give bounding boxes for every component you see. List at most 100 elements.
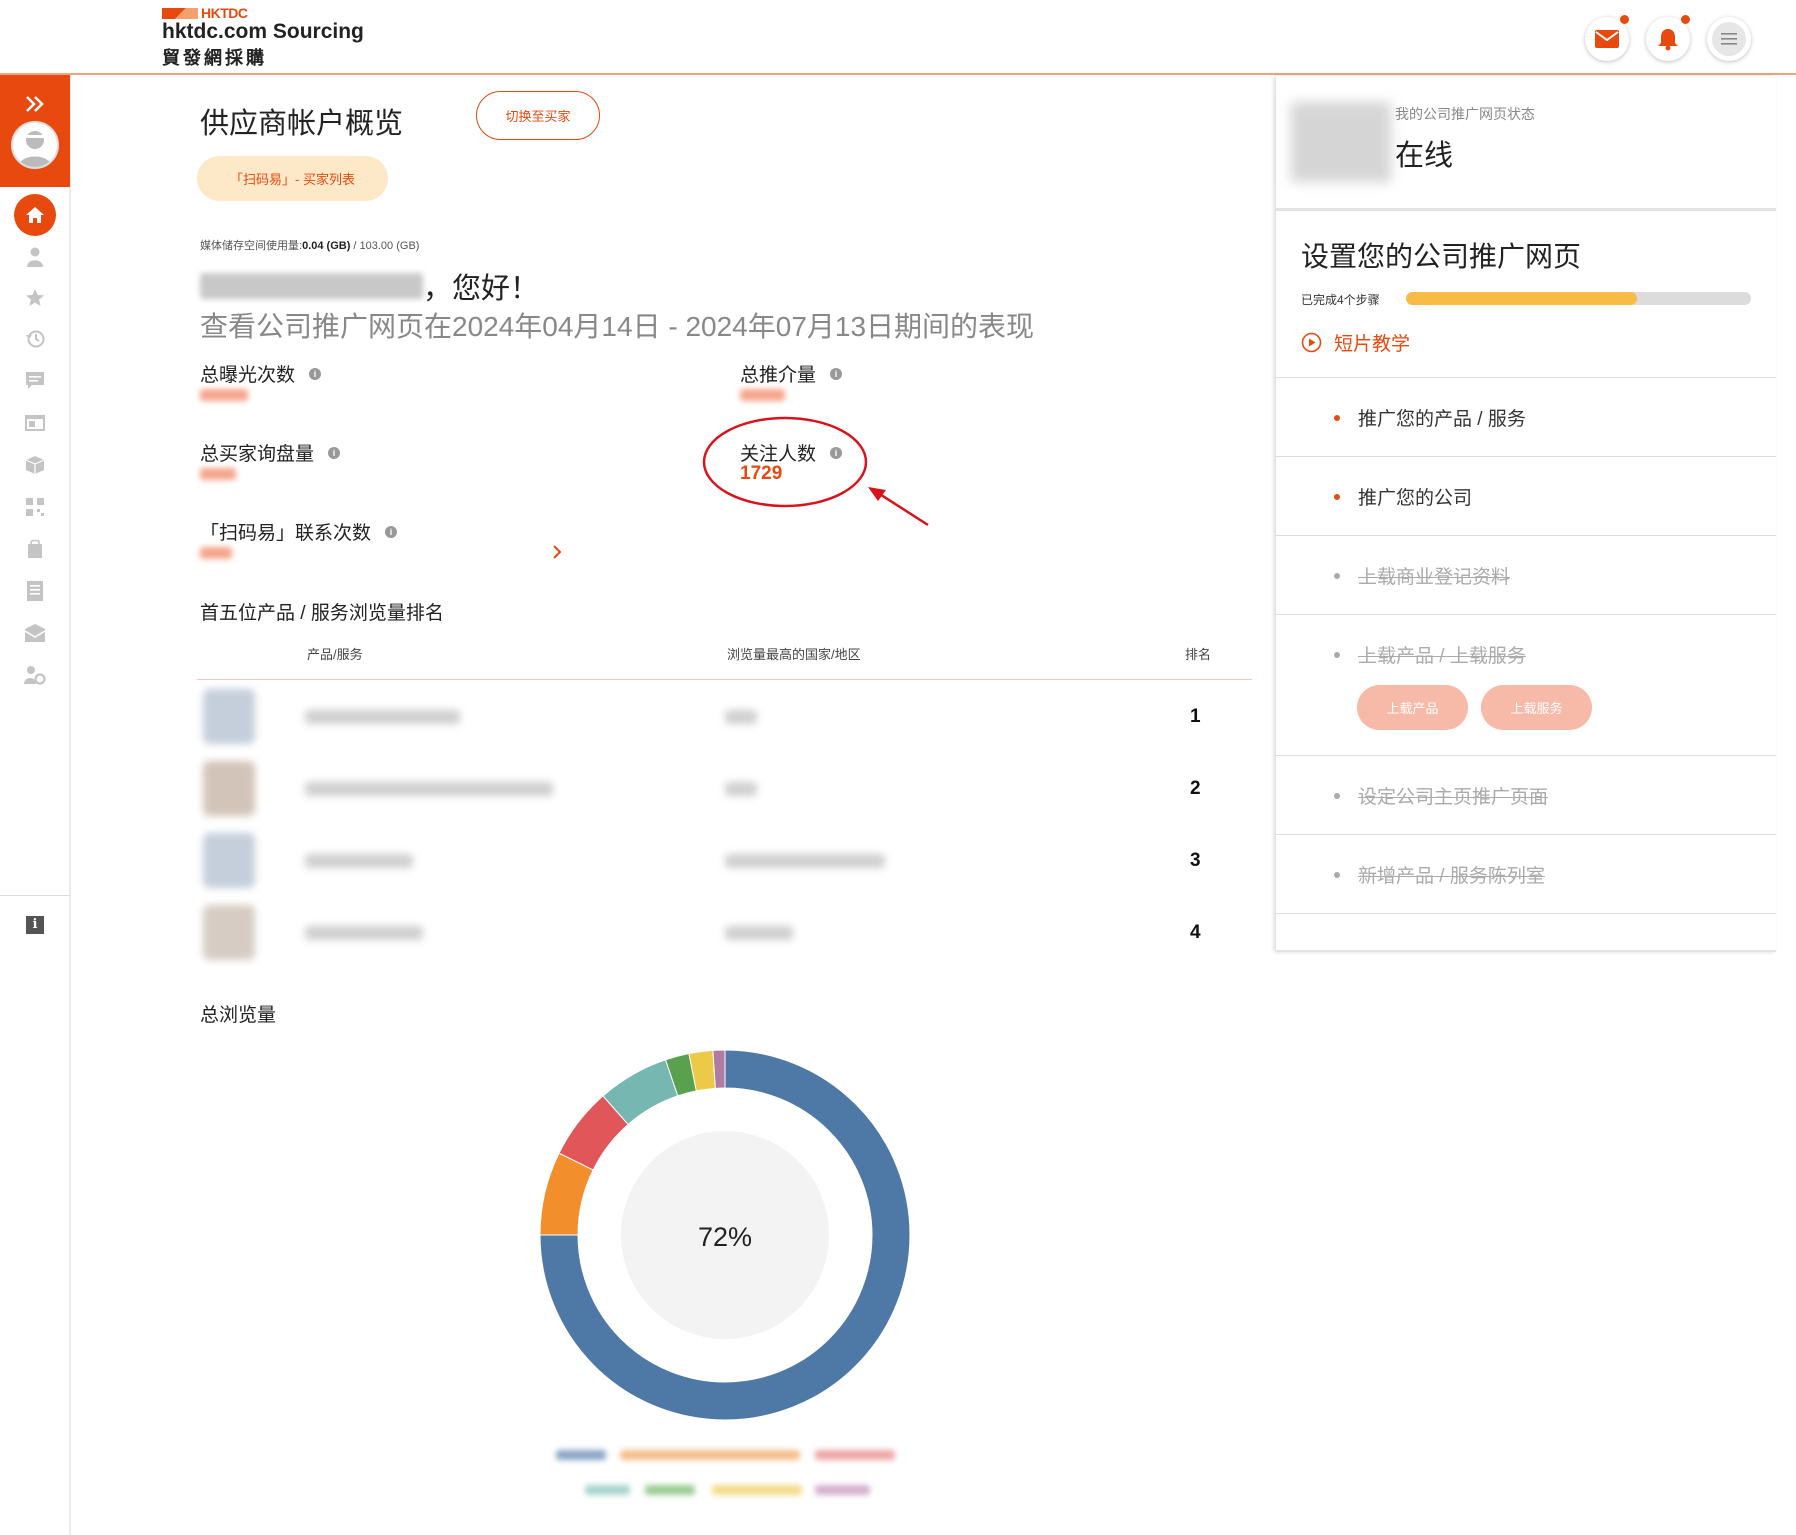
setup-progress-bar	[1406, 292, 1751, 305]
setup-progress-fill	[1406, 292, 1638, 305]
video-tutorial-label: 短片教学	[1334, 334, 1411, 355]
sidebar-item-account-settings[interactable]	[23, 663, 47, 687]
rank-value: 1	[1190, 706, 1201, 727]
sidebar-item-history[interactable]	[23, 327, 47, 351]
upload-product-button[interactable]: 上载产品	[1357, 685, 1468, 730]
annotation-highlight	[702, 416, 929, 527]
stat-scan-contacts-value-redacted	[200, 547, 232, 559]
menu-button[interactable]	[1707, 17, 1751, 61]
sidebar-item-inbox[interactable]	[23, 621, 47, 645]
browser-icon	[25, 415, 45, 431]
sidebar-item-orders[interactable]	[23, 537, 47, 561]
user-settings-icon	[24, 666, 46, 685]
sidebar-item-products[interactable]	[23, 453, 47, 477]
qr-icon	[26, 498, 44, 516]
logo-brand[interactable]: HKTDC	[162, 5, 248, 21]
task-bullet	[1334, 793, 1340, 799]
rank-value: 2	[1190, 778, 1201, 799]
stat-exposure-value-redacted	[200, 389, 248, 401]
bell-icon	[1658, 29, 1678, 51]
legend-item	[712, 1485, 802, 1495]
col-header-country: 浏览量最高的国家/地区	[727, 647, 861, 662]
sidebar-item-favorites[interactable]	[23, 286, 47, 310]
sidebar-item-info[interactable]: i	[23, 913, 47, 937]
notification-button[interactable]	[1646, 15, 1690, 61]
logo-flag-icon	[162, 8, 198, 19]
table-header-divider	[197, 679, 1252, 680]
greeting-suffix: ，您好！	[423, 273, 540, 305]
menu-circle	[1712, 22, 1746, 56]
stat-referral-value-redacted	[740, 389, 785, 401]
sidebar-header	[0, 75, 70, 187]
sidebar-item-profile[interactable]	[23, 245, 47, 269]
info-icon[interactable]: i	[830, 367, 843, 380]
sidebar-item-webpage[interactable]	[23, 411, 47, 435]
panel-divider	[1276, 913, 1776, 914]
product-name-redacted	[305, 782, 553, 796]
task-bullet	[1334, 494, 1340, 500]
sidebar-item-qr[interactable]	[23, 495, 47, 519]
panel-divider	[1276, 208, 1776, 211]
panel-divider	[1276, 614, 1776, 615]
product-name-redacted	[305, 926, 423, 940]
performance-period-subtitle: 查看公司推广网页在2024年04月14日 - 2024年07月13日期间的表现	[200, 311, 1035, 342]
info-icon[interactable]: i	[328, 446, 341, 459]
task-label: 推广您的公司	[1358, 488, 1473, 509]
product-name-redacted	[305, 854, 413, 868]
avatar-icon	[18, 131, 52, 167]
product-thumbnail-redacted	[203, 761, 255, 816]
legend-item	[585, 1485, 630, 1495]
panel-divider	[1276, 377, 1776, 378]
total-views-title: 总浏览量	[200, 1005, 277, 1026]
info-icon[interactable]: i	[309, 367, 322, 380]
logo-brand-text: HKTDC	[201, 5, 248, 21]
logo-main[interactable]: hktdc.com Sourcing	[162, 20, 364, 44]
product-thumbnail-redacted	[203, 833, 255, 888]
expand-icon[interactable]	[25, 95, 45, 113]
video-tutorial-link[interactable]: 短片教学	[1301, 329, 1410, 356]
stat-inquiries-label: 总买家询盘量	[200, 444, 315, 465]
bag-icon	[28, 539, 42, 558]
history-icon	[26, 330, 45, 348]
donut-slice[interactable]	[712, 1049, 726, 1089]
setup-panel: 我的公司推广网页状态 在线 设置您的公司推广网页 已完成4个步骤 短片教学 推广…	[1276, 76, 1776, 952]
sidebar-divider	[0, 895, 70, 896]
legend-item	[815, 1485, 870, 1495]
mail-icon	[1595, 30, 1619, 48]
top-header: HKTDC hktdc.com Sourcing 貿發網採購	[0, 0, 1796, 75]
legend-item	[620, 1450, 800, 1460]
stat-scan-contacts-label: 「扫码易」联系次数	[200, 523, 372, 544]
legend-item	[556, 1450, 606, 1460]
mail-button[interactable]	[1585, 15, 1629, 61]
task-label: 新增产品 / 服务陈列室	[1358, 866, 1545, 887]
panel-divider	[1276, 456, 1776, 457]
sidebar-item-home[interactable]	[14, 194, 56, 236]
storage-used: 0.04 (GB)	[302, 240, 351, 252]
page-title: 供应商帐户概览	[200, 108, 404, 140]
message-icon	[26, 372, 44, 389]
company-name-redacted	[200, 273, 423, 299]
chevron-right-icon[interactable]	[552, 544, 562, 560]
country-redacted	[725, 710, 757, 724]
bell-notification-dot	[1681, 15, 1690, 24]
legend-item	[645, 1485, 695, 1495]
country-redacted	[725, 854, 885, 868]
stat-referral: 总推介量 i	[740, 360, 843, 387]
storage-usage: 媒体储存空间使用量:0.04 (GB) / 103.00 (GB)	[200, 237, 419, 253]
sidebar-item-messages[interactable]	[23, 369, 47, 393]
switch-to-buyer-button[interactable]: 切换至买家	[476, 91, 600, 140]
task-label: 上载产品 / 上载服务	[1358, 646, 1526, 667]
avatar[interactable]	[11, 121, 59, 169]
sidebar-item-documents[interactable]	[23, 579, 47, 603]
box-icon	[25, 456, 45, 474]
mail-notification-dot	[1620, 15, 1629, 24]
task-label: 推广您的产品 / 服务	[1358, 409, 1526, 430]
menu-icon	[1721, 33, 1737, 45]
stat-exposure: 总曝光次数 i	[200, 360, 322, 387]
country-redacted	[725, 782, 757, 796]
task-bullet	[1334, 652, 1340, 658]
scan-buyer-list-button[interactable]: 「扫码易」- 买家列表	[197, 156, 388, 201]
upload-service-button[interactable]: 上载服务	[1481, 685, 1592, 730]
info-icon[interactable]: i	[385, 525, 398, 538]
stat-referral-label: 总推介量	[740, 365, 817, 386]
